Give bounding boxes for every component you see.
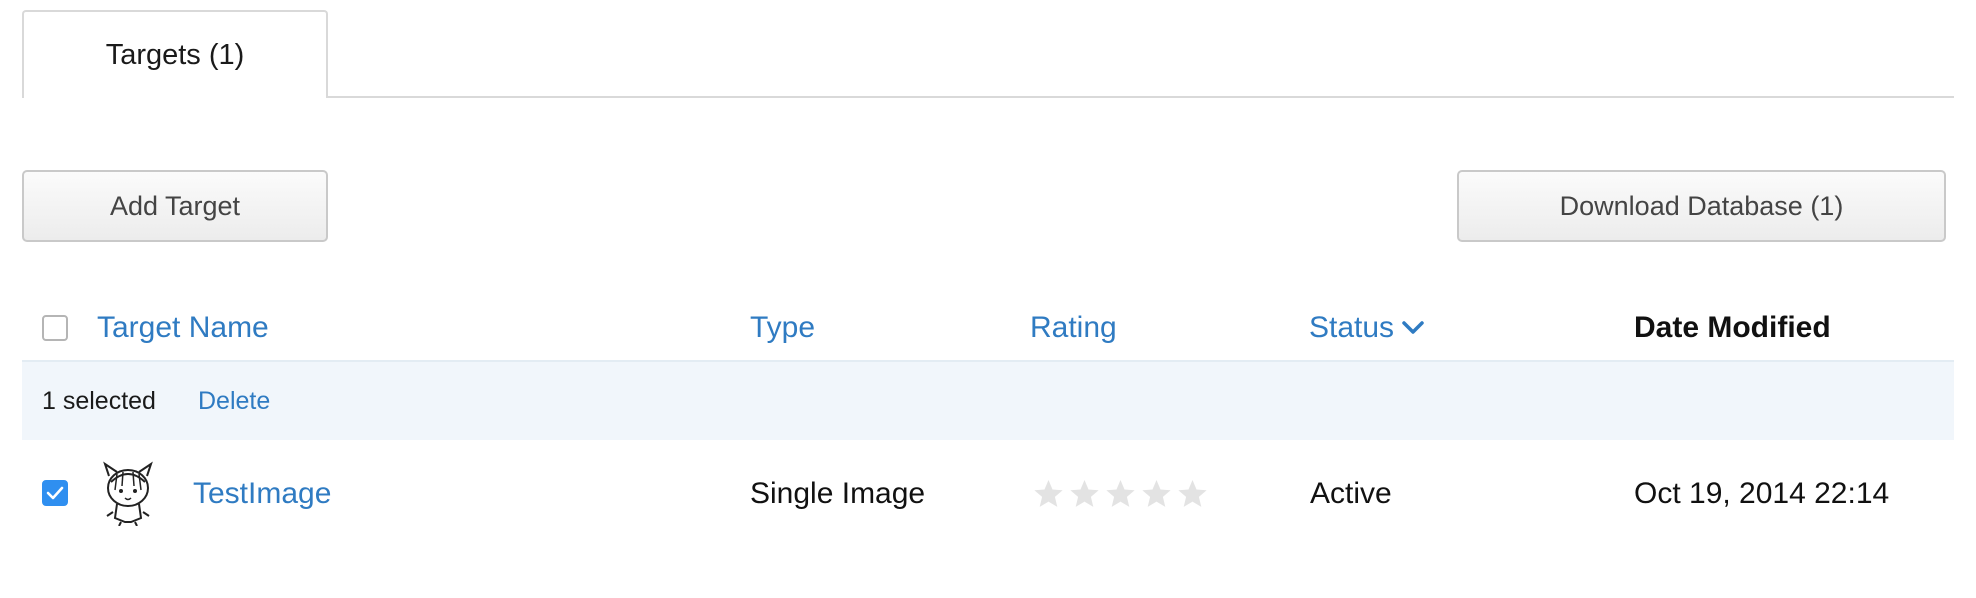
target-rating [1032, 442, 1209, 546]
tab-targets[interactable]: Targets (1) [22, 10, 328, 98]
star-icon [1178, 480, 1207, 507]
rating-stars [1032, 478, 1209, 510]
selected-count: 1 selected [42, 386, 156, 415]
column-status-label: Status [1309, 311, 1395, 344]
select-all-checkbox[interactable] [42, 315, 68, 341]
delete-link[interactable]: Delete [198, 362, 270, 440]
column-date-modified-label: Date Modified [1634, 311, 1831, 344]
add-target-button[interactable]: Add Target [22, 170, 328, 242]
target-status: Active [1310, 442, 1392, 546]
checkmark-icon [46, 486, 64, 500]
target-type-text: Single Image [750, 477, 926, 510]
target-date-modified: Oct 19, 2014 22:14 [1634, 442, 1889, 546]
target-type: Single Image [750, 442, 925, 546]
add-target-label: Add Target [109, 190, 241, 221]
column-target-name-label: Target Name [97, 311, 269, 344]
star-icon [1034, 480, 1063, 507]
selection-bar: 1 selected Delete [22, 362, 1954, 440]
chevron-down-icon [1402, 321, 1424, 335]
target-status-text: Active [1310, 477, 1392, 510]
star-icon [1070, 480, 1099, 507]
download-database-button[interactable]: Download Database (1) [1457, 170, 1946, 242]
column-status[interactable]: Status [1309, 298, 1424, 358]
column-type[interactable]: Type [750, 298, 815, 358]
target-name: TestImage [193, 477, 332, 510]
row-checkbox[interactable] [42, 480, 68, 506]
tab-bar: Targets (1) [22, 10, 1954, 98]
column-type-label: Type [750, 311, 816, 344]
star-icon [1106, 480, 1135, 507]
table-header: Target Name Type Rating Status Date Modi… [22, 298, 1954, 362]
column-rating-label: Rating [1030, 311, 1117, 344]
star-icon [1142, 480, 1171, 507]
column-date-modified[interactable]: Date Modified [1634, 298, 1831, 358]
column-rating[interactable]: Rating [1030, 298, 1117, 358]
tab-targets-label: Targets (1) [105, 38, 245, 71]
target-thumbnail[interactable] [95, 460, 161, 527]
target-date-text: Oct 19, 2014 22:14 [1634, 477, 1890, 510]
table-row[interactable]: TestImage Single Image Active Oct 19, 20… [22, 442, 1954, 546]
column-target-name[interactable]: Target Name [97, 298, 269, 358]
download-database-label: Download Database (1) [1559, 190, 1844, 221]
target-name-link[interactable]: TestImage [193, 442, 331, 546]
